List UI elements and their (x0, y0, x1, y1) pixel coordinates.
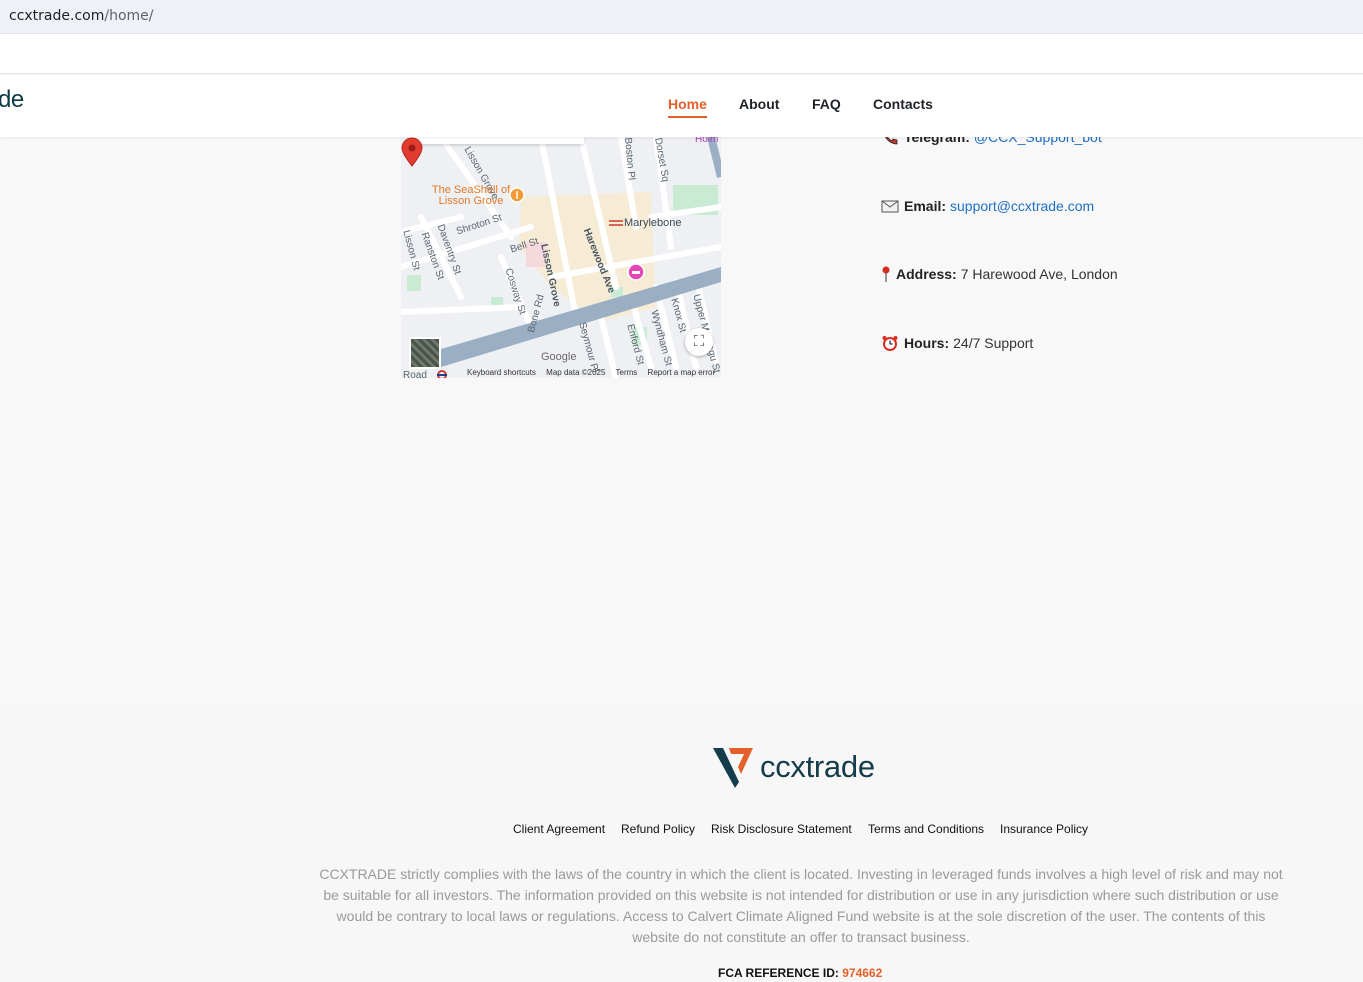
contact-address: Address: 7 Harewood Ave, London (881, 266, 1118, 282)
fullscreen-icon[interactable]: ⛶ (685, 328, 713, 356)
underground-icon (437, 370, 447, 378)
ccxtrade-logo-mark-icon (713, 748, 753, 788)
browser-url-bar[interactable]: ccxtrade.com/home/ (0, 0, 1363, 34)
contact-email: Email: support@ccxtrade.com (881, 198, 1094, 214)
address-value: 7 Harewood Ave, London (960, 266, 1118, 282)
address-label: Address: (896, 266, 957, 282)
footer-link-terms[interactable]: Terms and Conditions (868, 822, 984, 836)
map-info-card[interactable] (409, 137, 584, 144)
footer-link-risk-disclosure[interactable]: Risk Disclosure Statement (711, 822, 852, 836)
map-station-label[interactable]: Marylebone (624, 217, 681, 229)
fca-reference: FCA REFERENCE ID: 974662 (718, 966, 882, 980)
map-place-label: Holm (695, 137, 719, 145)
google-logo: Google (541, 351, 577, 363)
map-terms-link[interactable]: Terms (616, 368, 638, 377)
rail-icon (609, 220, 623, 226)
email-label: Email: (904, 198, 947, 214)
alarm-clock-icon (881, 335, 899, 351)
pushpin-icon (881, 266, 891, 282)
restaurant-icon[interactable] (509, 187, 525, 203)
nav-home[interactable]: Home (668, 96, 707, 118)
fca-label: FCA REFERENCE ID: (718, 966, 839, 980)
map-location-pin-icon[interactable] (401, 137, 423, 167)
email-link[interactable]: support@ccxtrade.com (950, 198, 1094, 214)
hours-value: 24/7 Support (953, 335, 1034, 351)
hours-label: Hours: (904, 335, 950, 351)
hotel-icon[interactable] (627, 263, 645, 281)
nav-faq[interactable]: FAQ (812, 96, 841, 112)
nav-active-underline (668, 116, 707, 118)
footer-logo[interactable]: ccxtrade (713, 746, 875, 788)
footer-logo-text: ccxtrade (760, 749, 875, 784)
map-footer: Keyboard shortcuts Map data ©2025 Terms … (467, 368, 721, 377)
map-keyboard-shortcuts[interactable]: Keyboard shortcuts (467, 368, 536, 377)
map-poi-label[interactable]: The SeaShell of Lisson Grove (425, 185, 517, 207)
map-report-link[interactable]: Report a map error (648, 368, 716, 377)
contact-hours: Hours: 24/7 Support (881, 335, 1033, 351)
map-satellite-toggle[interactable] (409, 337, 441, 369)
footer-link-insurance-policy[interactable]: Insurance Policy (1000, 822, 1088, 836)
footer-disclaimer: CCXTRADE strictly complies with the laws… (319, 866, 1283, 945)
nav-contacts[interactable]: Contacts (873, 96, 933, 112)
fca-id: 974662 (842, 966, 883, 980)
location-map[interactable]: Lisson Grove Shroton St Bell St Daventry… (401, 137, 721, 378)
map-street-label: Road (403, 370, 427, 378)
page-top-strip (0, 34, 1363, 74)
footer-link-refund-policy[interactable]: Refund Policy (621, 822, 695, 836)
footer-link-client-agreement[interactable]: Client Agreement (513, 822, 605, 836)
map-data-credit: Map data ©2025 (546, 368, 606, 377)
site-logo[interactable]: de (0, 86, 24, 114)
url-text[interactable]: ccxtrade.com/home/ (9, 8, 153, 24)
nav-about[interactable]: About (739, 96, 779, 112)
envelope-icon (881, 198, 899, 214)
